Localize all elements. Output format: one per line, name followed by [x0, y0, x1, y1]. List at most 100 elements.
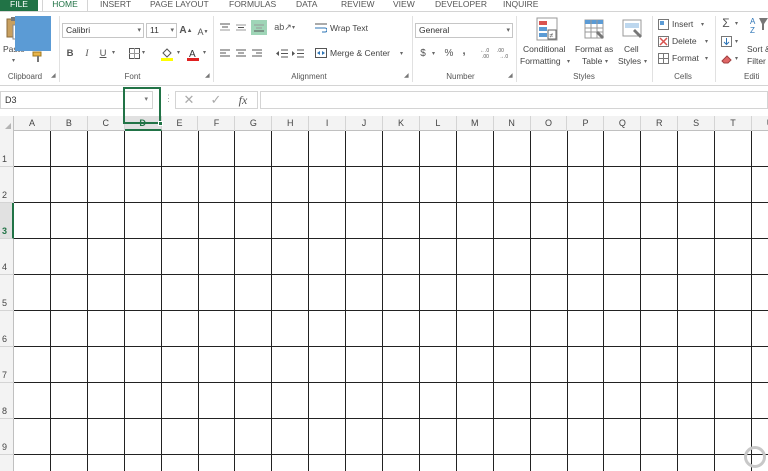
underline-button[interactable]: U: [97, 47, 109, 60]
insert-button[interactable]: Insert: [672, 19, 693, 30]
increase-decimal-icon[interactable]: ←.0.00: [480, 46, 494, 60]
percent-button[interactable]: %: [443, 46, 455, 60]
row-header-4[interactable]: 4: [0, 239, 14, 275]
column-header-g[interactable]: G: [235, 116, 273, 131]
decrease-indent-icon[interactable]: [275, 47, 289, 59]
row-header-1[interactable]: 1: [0, 131, 14, 167]
column-header-e[interactable]: E: [162, 116, 199, 131]
increase-indent-icon[interactable]: [291, 47, 305, 59]
clipboard-launcher-icon[interactable]: ◢: [51, 73, 58, 80]
number-launcher-icon[interactable]: ◢: [508, 73, 515, 80]
column-header-f[interactable]: F: [199, 116, 236, 131]
column-header-n[interactable]: N: [494, 116, 531, 131]
worksheet-grid[interactable]: ABCDEFGHIJKLMNOPQRSTU 1 2 3 4 5 6 7 8 9: [0, 116, 768, 471]
wrap-text-icon[interactable]: [314, 22, 328, 34]
wrap-text-button[interactable]: Wrap Text: [330, 23, 368, 34]
autosum-icon[interactable]: Σ: [720, 16, 732, 30]
number-format-select[interactable]: General ▾: [415, 23, 513, 38]
format-as-table-label-1[interactable]: Format as: [575, 44, 613, 55]
bottom-align-icon[interactable]: [251, 20, 267, 35]
paste-dropdown-icon[interactable]: ▾: [12, 57, 15, 64]
italic-button[interactable]: I: [81, 47, 93, 60]
column-header-h[interactable]: H: [272, 116, 310, 131]
delete-dropdown-icon[interactable]: ▾: [705, 38, 708, 45]
tab-page-layout[interactable]: PAGE LAYOUT: [150, 0, 209, 11]
column-header-l[interactable]: L: [420, 116, 457, 131]
delete-cells-icon[interactable]: [657, 35, 669, 47]
orientation-icon[interactable]: ab↗: [274, 21, 292, 33]
column-header-u[interactable]: U: [752, 116, 768, 131]
column-header-q[interactable]: Q: [604, 116, 642, 131]
clear-dropdown-icon[interactable]: ▾: [735, 55, 738, 62]
font-color-icon[interactable]: A: [186, 46, 200, 61]
row-header-9[interactable]: 9: [0, 419, 14, 455]
bold-button[interactable]: B: [64, 47, 76, 60]
tab-data[interactable]: DATA: [296, 0, 317, 11]
delete-button[interactable]: Delete: [672, 36, 697, 47]
cells-area[interactable]: [14, 131, 768, 471]
column-header-k[interactable]: K: [383, 116, 420, 131]
conditional-formatting-dropdown-icon[interactable]: ▾: [567, 58, 570, 65]
column-header-b[interactable]: B: [51, 116, 88, 131]
fill-color-dropdown-icon[interactable]: ▾: [177, 49, 180, 56]
align-center-icon[interactable]: [235, 47, 247, 59]
clear-icon[interactable]: [720, 52, 732, 64]
sort-filter-icon[interactable]: AZ: [748, 16, 768, 38]
font-name-select[interactable]: Calibri ▾: [62, 23, 144, 38]
borders-icon[interactable]: [127, 47, 141, 60]
format-as-table-label-2[interactable]: Table: [582, 56, 602, 67]
grow-font-icon[interactable]: A ▲: [179, 24, 193, 37]
column-header-p[interactable]: P: [568, 116, 605, 131]
decrease-decimal-icon[interactable]: .00 →.0: [497, 46, 511, 60]
align-left-icon[interactable]: [219, 47, 231, 59]
select-all-button[interactable]: [0, 116, 14, 131]
conditional-formatting-label-2[interactable]: Formatting: [520, 56, 561, 67]
tab-formulas[interactable]: FORMULAS: [229, 0, 276, 11]
borders-dropdown-icon[interactable]: ▾: [142, 49, 145, 56]
row-header-2[interactable]: 2: [0, 167, 14, 203]
fill-dropdown-icon[interactable]: ▾: [735, 38, 738, 45]
cell-a1-highlight[interactable]: [15, 16, 51, 51]
tab-home[interactable]: HOME: [42, 0, 88, 11]
formula-input[interactable]: [260, 91, 768, 109]
merge-center-button[interactable]: Merge & Center: [330, 48, 390, 59]
insert-cells-icon[interactable]: [657, 18, 669, 30]
tab-developer[interactable]: DEVELOPER: [435, 0, 487, 11]
row-header-3[interactable]: 3: [0, 203, 14, 239]
row-header-8[interactable]: 8: [0, 383, 14, 419]
format-painter-icon[interactable]: [31, 50, 45, 62]
fill-handle[interactable]: [158, 121, 163, 126]
column-header-r[interactable]: R: [641, 116, 679, 131]
column-header-s[interactable]: S: [678, 116, 716, 131]
currency-button[interactable]: $: [417, 46, 429, 60]
middle-align-icon[interactable]: [235, 21, 247, 33]
format-as-table-dropdown-icon[interactable]: ▾: [605, 58, 608, 65]
row-header-6[interactable]: 6: [0, 311, 14, 347]
column-header-t[interactable]: T: [715, 116, 752, 131]
comma-button[interactable]: ,: [459, 44, 469, 58]
cancel-icon[interactable]: ✕: [182, 92, 196, 107]
column-header-j[interactable]: J: [346, 116, 383, 131]
font-color-dropdown-icon[interactable]: ▾: [203, 49, 206, 56]
sort-filter-label-1[interactable]: Sort &: [747, 44, 768, 55]
cell-styles-dropdown-icon[interactable]: ▾: [644, 58, 647, 65]
conditional-formatting-icon[interactable]: ≠: [535, 16, 559, 42]
merge-dropdown-icon[interactable]: ▾: [400, 50, 403, 57]
top-align-icon[interactable]: [219, 21, 231, 33]
align-right-icon[interactable]: [251, 47, 263, 59]
tab-file[interactable]: FILE: [0, 0, 38, 11]
alignment-launcher-icon[interactable]: ◢: [404, 73, 411, 80]
row-header-5[interactable]: 5: [0, 275, 14, 311]
currency-dropdown-icon[interactable]: ▾: [432, 50, 435, 57]
insert-dropdown-icon[interactable]: ▾: [701, 21, 704, 28]
conditional-formatting-label-1[interactable]: Conditional: [523, 44, 566, 55]
row-header-7[interactable]: 7: [0, 347, 14, 383]
shrink-font-icon[interactable]: A ▼: [196, 25, 210, 38]
format-button[interactable]: Format: [672, 53, 699, 64]
tab-inquire[interactable]: INQUIRE: [503, 0, 538, 11]
tab-review[interactable]: REVIEW: [341, 0, 375, 11]
column-header-m[interactable]: M: [457, 116, 494, 131]
tab-insert[interactable]: INSERT: [100, 0, 131, 11]
enter-icon[interactable]: ✓: [209, 92, 223, 107]
fill-color-icon[interactable]: [159, 46, 175, 61]
